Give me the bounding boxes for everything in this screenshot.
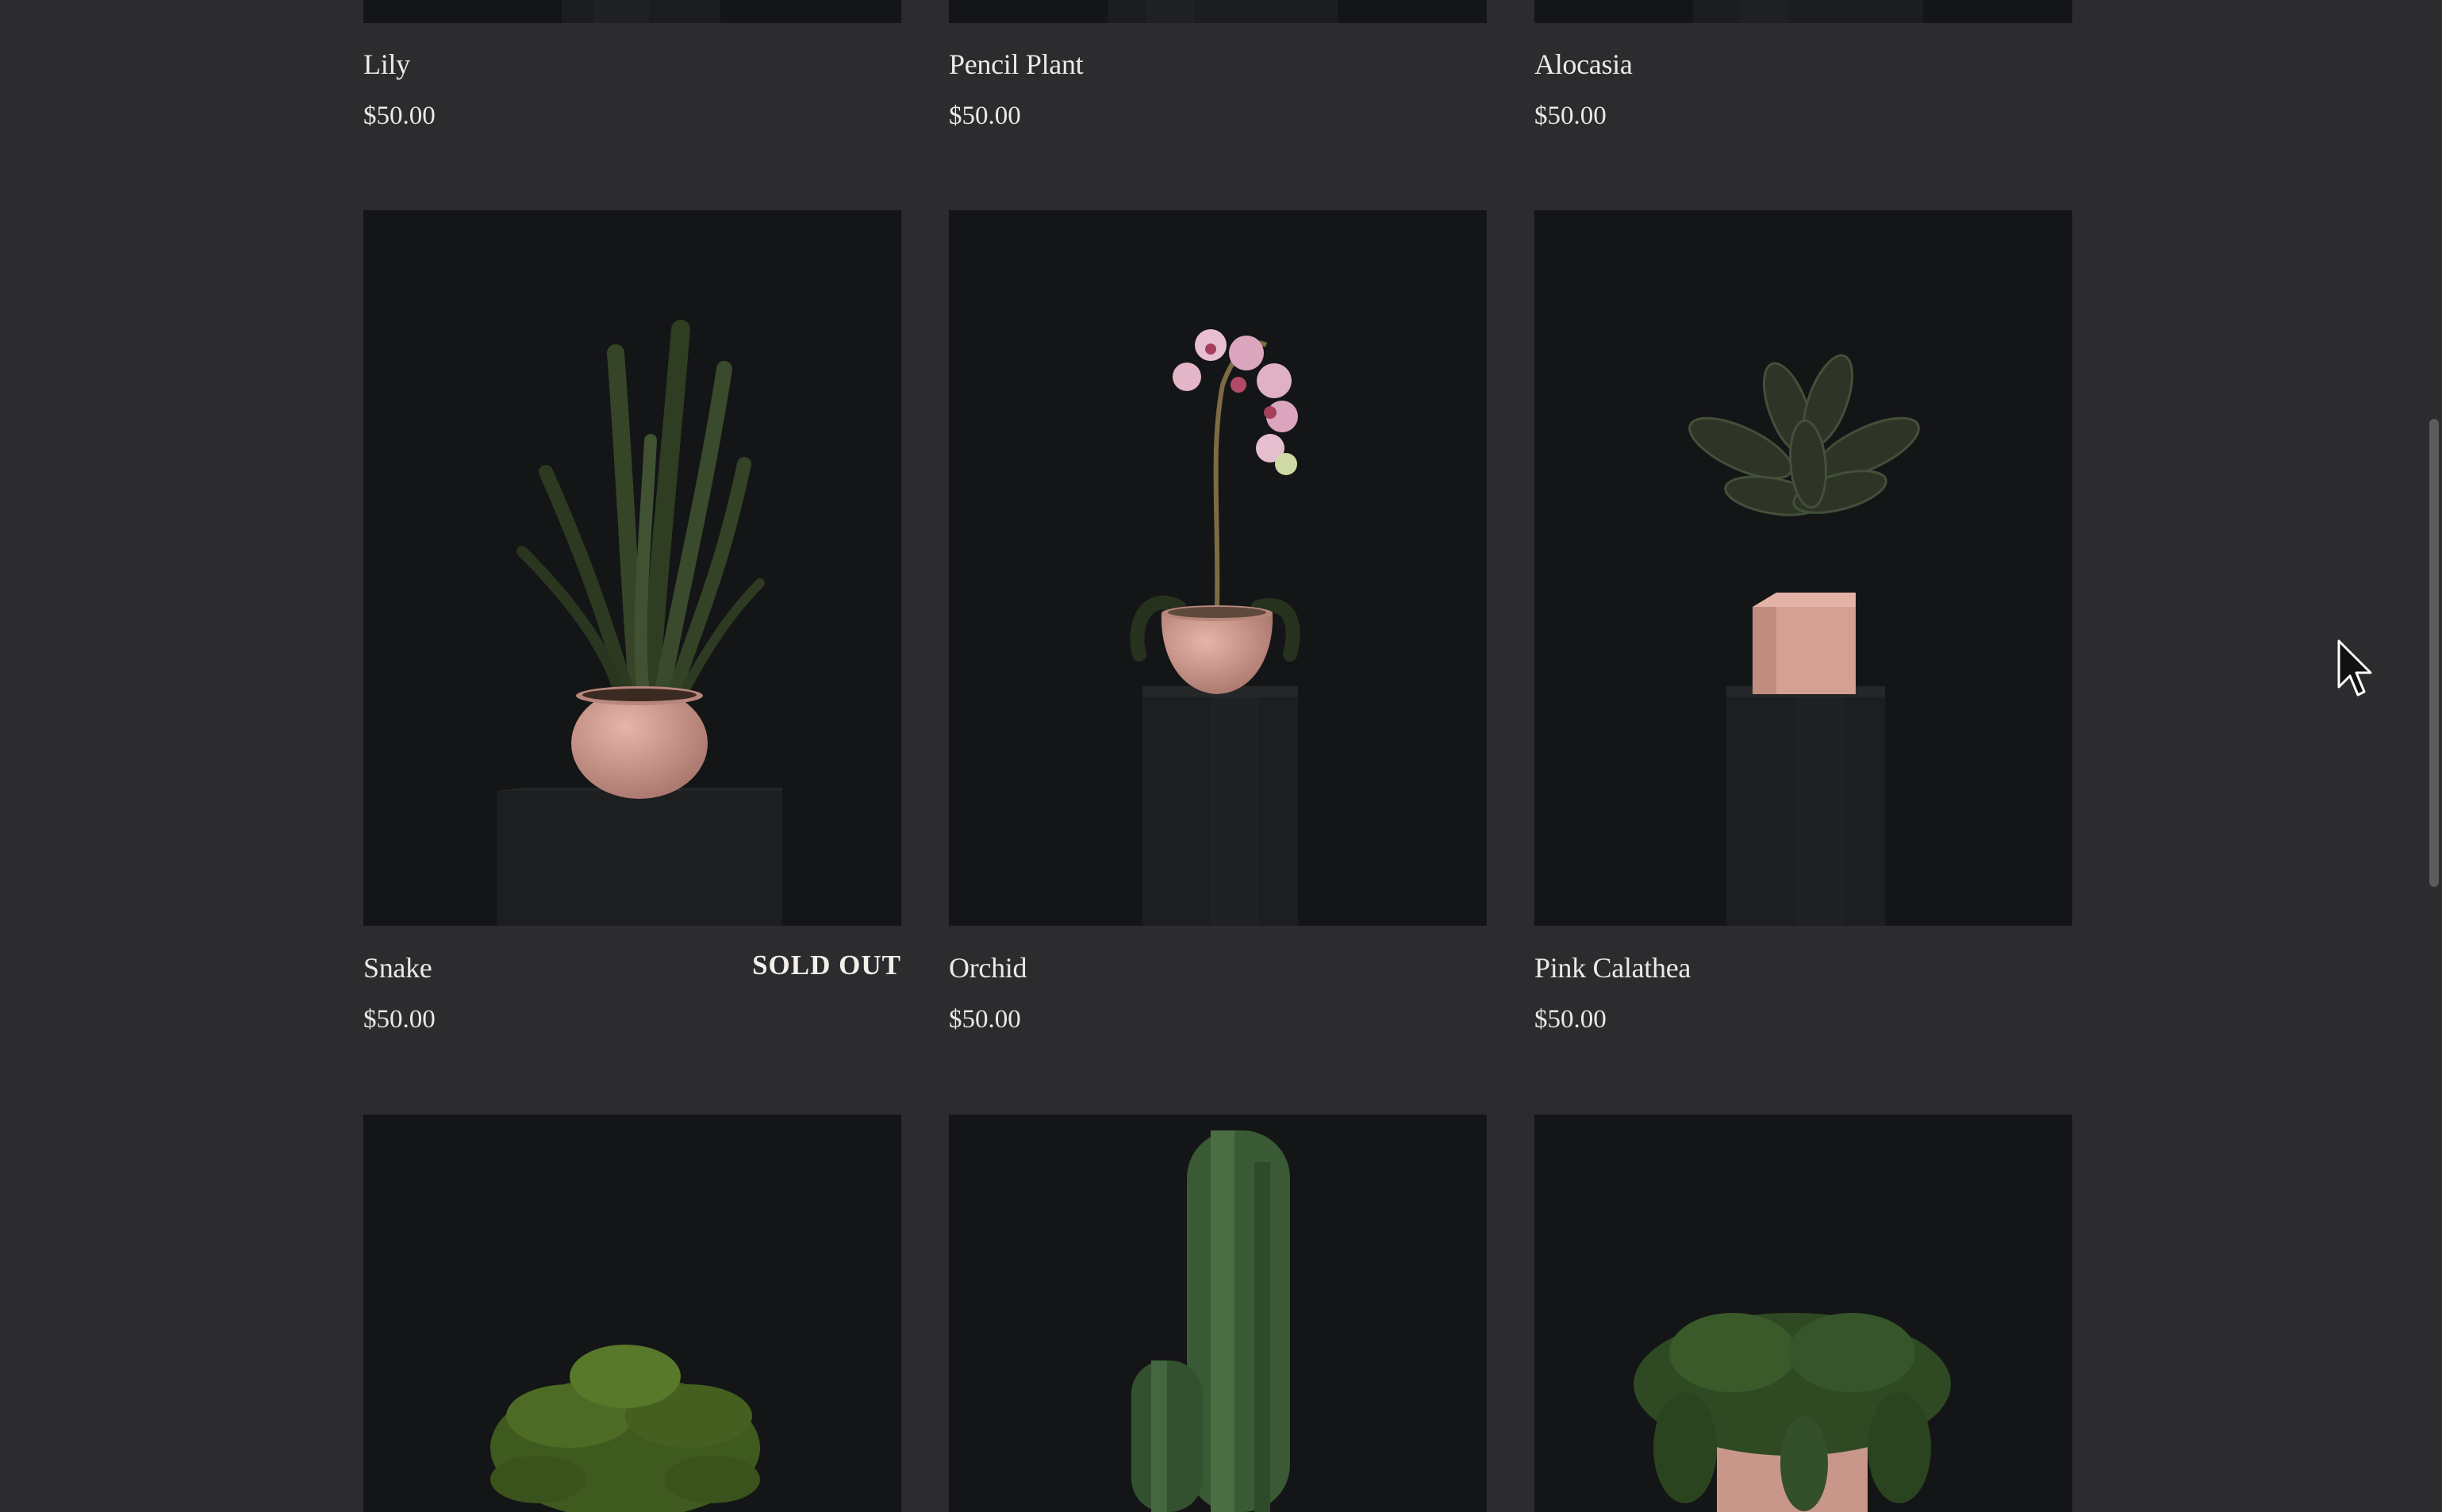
product-name[interactable]: Pencil Plant: [949, 48, 1084, 81]
scrollbar-thumb[interactable]: [2429, 419, 2439, 887]
product-price: $50.00: [363, 102, 436, 130]
product-name[interactable]: Alocasia: [1534, 48, 1633, 81]
product-name[interactable]: Lily: [363, 48, 410, 81]
fern-photo[interactable]: [363, 1115, 901, 1512]
product-image-lily[interactable]: [363, 0, 901, 23]
product-price: $50.00: [949, 1005, 1021, 1034]
product-price: $50.00: [949, 102, 1021, 130]
product-name[interactable]: Snake: [363, 951, 432, 984]
scrollbar-track[interactable]: [2426, 0, 2442, 1512]
product-grid-page: Lily $50.00 Pencil Plant $50.00 Alocasia…: [0, 0, 2442, 1512]
snake-plant-photo[interactable]: [363, 210, 901, 926]
product-image-pencil-plant[interactable]: [949, 0, 1487, 23]
cactus-photo[interactable]: [949, 1115, 1487, 1512]
trailing-plant-photo[interactable]: [1534, 1115, 2072, 1512]
product-price: $50.00: [1534, 102, 1607, 130]
product-image-alocasia[interactable]: [1534, 0, 2072, 23]
orchid-photo[interactable]: [949, 210, 1487, 926]
arrow-pointer-icon: [2336, 639, 2374, 698]
product-name[interactable]: Orchid: [949, 951, 1027, 984]
product-name[interactable]: Pink Calathea: [1534, 951, 1691, 984]
pink-calathea-photo[interactable]: [1534, 210, 2072, 926]
sold-out-badge: SOLD OUT: [752, 950, 901, 980]
product-price: $50.00: [363, 1005, 436, 1034]
product-price: $50.00: [1534, 1005, 1607, 1034]
